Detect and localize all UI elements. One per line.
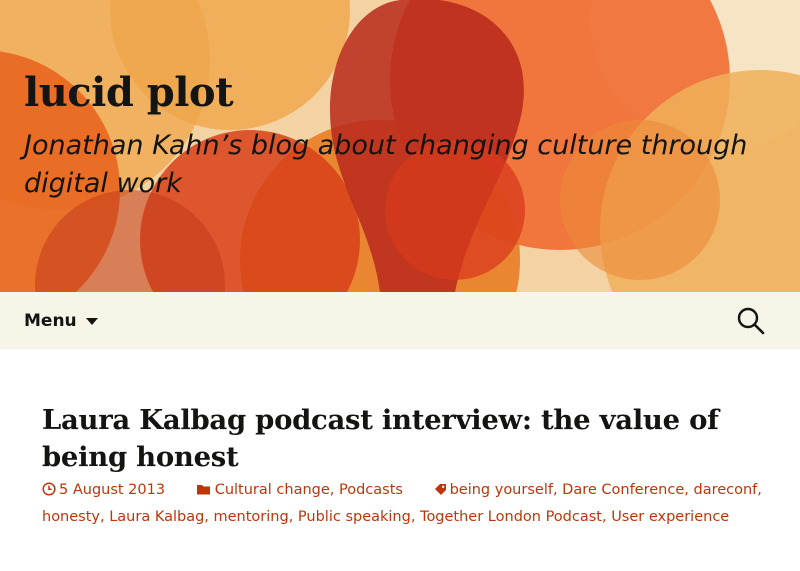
category-link[interactable]: Podcasts bbox=[339, 482, 403, 498]
menu-toggle-button[interactable]: Menu bbox=[24, 308, 98, 334]
navigation-bar: Menu bbox=[0, 292, 800, 349]
post-categories: Cultural change, Podcasts bbox=[196, 482, 408, 498]
post-title[interactable]: Laura Kalbag podcast interview: the valu… bbox=[42, 402, 772, 476]
tag-icon bbox=[434, 484, 446, 495]
tag-link[interactable]: honesty bbox=[42, 509, 100, 525]
tag-link[interactable]: Laura Kalbag bbox=[109, 509, 204, 525]
caret-down-icon bbox=[85, 317, 98, 325]
category-link[interactable]: Cultural change bbox=[215, 482, 330, 498]
search-icon bbox=[737, 307, 765, 335]
tag-link[interactable]: being yourself bbox=[450, 482, 553, 498]
folder-icon bbox=[196, 485, 210, 495]
tag-link[interactable]: dareconf bbox=[693, 482, 757, 498]
tag-link[interactable]: Public speaking bbox=[298, 509, 411, 525]
tag-link[interactable]: Together London Podcast bbox=[420, 509, 602, 525]
tag-link[interactable]: User experience bbox=[611, 509, 729, 525]
post-meta: 5 August 2013 Cultural change, Podcasts … bbox=[42, 477, 782, 531]
post-date-link[interactable]: 5 August 2013 bbox=[59, 482, 165, 498]
site-description: Jonathan Kahn’s blog about changing cult… bbox=[24, 130, 748, 199]
search-button[interactable] bbox=[736, 306, 766, 336]
menu-label: Menu bbox=[24, 311, 77, 331]
site-header: lucid plot Jonathan Kahn’s blog about ch… bbox=[0, 0, 800, 292]
site-title[interactable]: lucid plot bbox=[24, 66, 234, 120]
tag-link[interactable]: Dare Conference bbox=[562, 482, 684, 498]
tag-link[interactable]: mentoring bbox=[214, 509, 289, 525]
post-date-group: 5 August 2013 bbox=[42, 482, 170, 498]
post-article: Laura Kalbag podcast interview: the valu… bbox=[0, 349, 800, 571]
clock-icon bbox=[42, 482, 56, 496]
